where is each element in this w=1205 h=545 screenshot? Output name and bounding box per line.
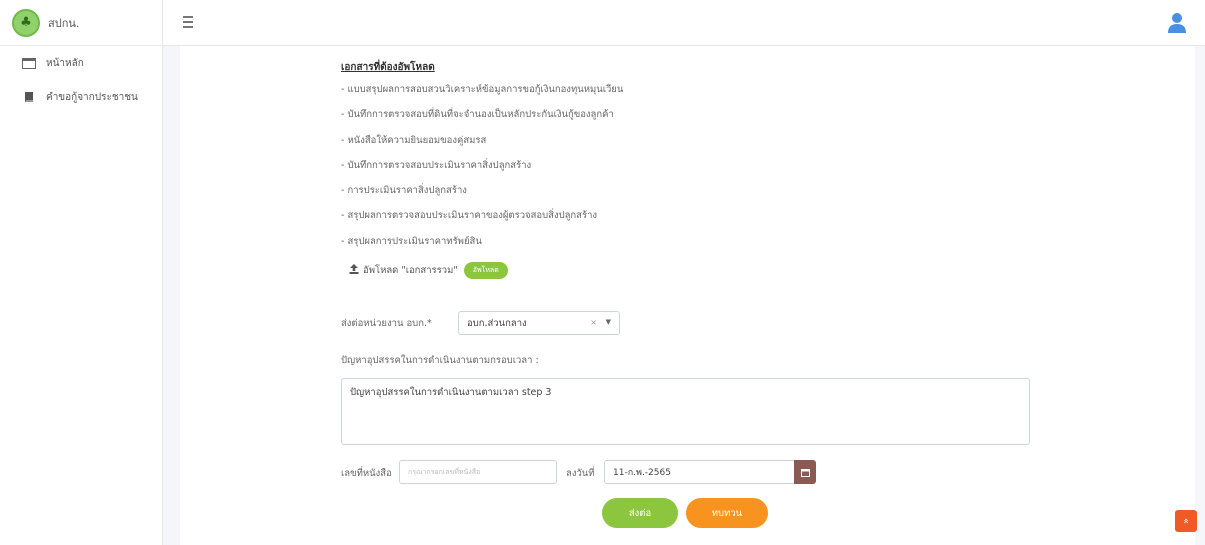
upload-button[interactable]: อัพโหลด: [463, 262, 508, 279]
brand[interactable]: ♣ สปกน.: [0, 0, 162, 46]
scroll-top-button[interactable]: »: [1175, 510, 1197, 532]
calendar-button[interactable]: [794, 460, 816, 484]
problem-textarea[interactable]: ปัญหาอุปสรรคในการดำเนินงานตามเวลา step 3: [341, 378, 1030, 445]
review-button[interactable]: ทบทวน: [686, 498, 768, 528]
topbar: [163, 0, 1205, 46]
documents-title: เอกสารที่ต้องอัพโหลด: [341, 62, 435, 73]
book-icon: [22, 91, 36, 103]
doc-number-input[interactable]: [399, 460, 557, 484]
list-item: - การประเมินราคาสิ่งปลูกสร้าง: [341, 185, 467, 197]
list-item: - สรุปผลการตรวจสอบประเมินราคาของผู้ตรวจส…: [341, 210, 598, 222]
menu-toggle-icon[interactable]: [180, 16, 196, 30]
calendar-icon: [800, 468, 810, 477]
upload-label: อัพโหลด "เอกสารรวม": [363, 265, 458, 276]
sidebar-item-home[interactable]: หน้าหลัก: [0, 46, 162, 80]
date-input[interactable]: [604, 460, 795, 484]
sidebar: ♣ สปกน. หน้าหลัก คำขอกู้จากประชาชน: [0, 0, 163, 545]
user-icon[interactable]: [1167, 12, 1187, 34]
list-item: - บันทึกการตรวจสอบประเมินราคาสิ่งปลูกสร้…: [341, 159, 532, 171]
list-item: - สรุปผลการประเมินราคาทรัพย์สิน: [341, 235, 482, 247]
list-item: - บันทึกการตรวจสอบที่ดินที่จะจำนองเป็นหล…: [341, 109, 614, 121]
sidebar-item-loan-requests[interactable]: คำขอกู้จากประชาชน: [0, 80, 162, 114]
logo-icon: ♣: [12, 8, 40, 37]
documents-list: - แบบสรุปผลการสอบสวนวิเคราะห์ข้อมูลการขอ…: [341, 84, 623, 261]
doc-number-label: เลขที่หนังสือ: [341, 468, 392, 479]
problem-label: ปัญหาอุปสรรคในการดำเนินงานตามกรอบเวลา :: [341, 355, 539, 366]
forward-selected-value: อบก.ส่วนกลาง: [467, 317, 527, 329]
sidebar-item-label: หน้าหลัก: [46, 57, 84, 69]
sidebar-item-label: คำขอกู้จากประชาชน: [46, 91, 138, 103]
upload-row: อัพโหลด "เอกสารรวม" อัพโหลด: [349, 262, 508, 279]
forward-label: ส่งต่อหน่วยงาน อบก.*: [341, 318, 432, 329]
brand-name: สปกน.: [48, 16, 80, 30]
list-item: - แบบสรุปผลการสอบสวนวิเคราะห์ข้อมูลการขอ…: [341, 84, 624, 95]
chevron-down-icon: ▼: [605, 318, 611, 326]
forward-select[interactable]: อบก.ส่วนกลาง × ▼: [458, 311, 620, 335]
send-button[interactable]: ส่งต่อ: [602, 498, 678, 528]
clear-icon[interactable]: ×: [590, 318, 597, 327]
date-label: ลงวันที่: [566, 468, 595, 479]
upload-icon: [349, 264, 359, 277]
list-item: - หนังสือให้ความยินยอมของคู่สมรส: [341, 134, 487, 146]
window-icon: [22, 57, 36, 69]
